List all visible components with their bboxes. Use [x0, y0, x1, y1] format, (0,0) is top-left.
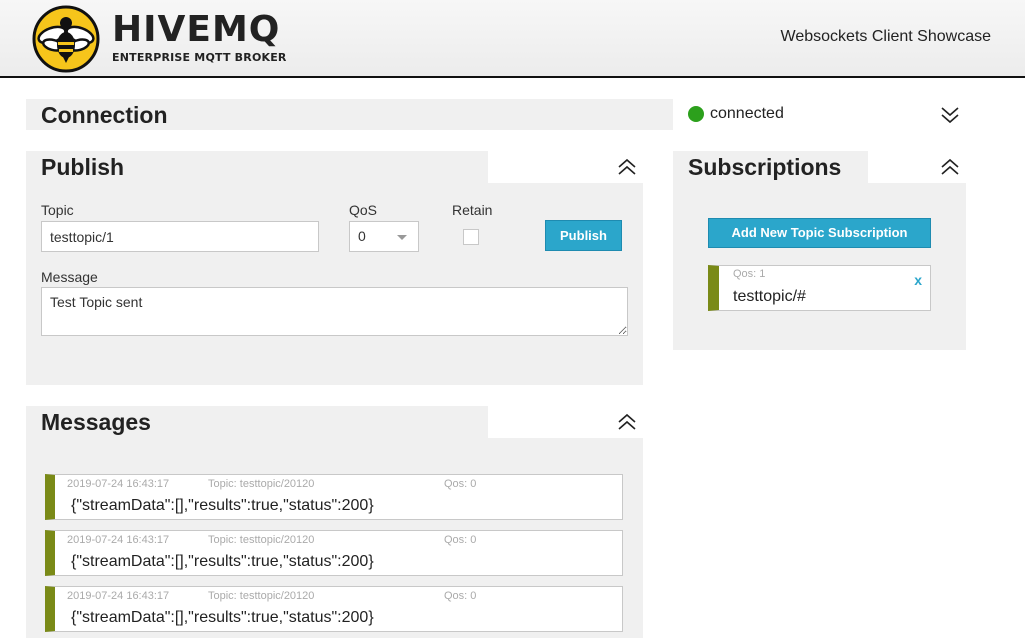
- subscriptions-title: Subscriptions: [688, 154, 842, 180]
- remove-subscription-button[interactable]: x: [914, 272, 922, 288]
- top-bar: HIVEMQ ENTERPRISE MQTT BROKER Websockets…: [0, 0, 1025, 78]
- message-textarea[interactable]: Test Topic sent: [41, 287, 628, 336]
- publish-button[interactable]: Publish: [545, 220, 622, 251]
- app-title: Websockets Client Showcase: [780, 28, 991, 45]
- brand-name: HIVEMQ: [112, 9, 281, 50]
- brand: HIVEMQ ENTERPRISE MQTT BROKER: [112, 9, 287, 65]
- subscription-topic: testtopic/#: [733, 288, 806, 305]
- publish-panel-body: [26, 183, 643, 385]
- message-qos: Qos: 0: [444, 590, 477, 602]
- message-item: 2019-07-24 16:43:17 Topic: testtopic/201…: [45, 530, 623, 576]
- message-date: 2019-07-24 16:43:17: [67, 534, 170, 546]
- message-label: Message: [41, 269, 98, 285]
- brand-tagline: ENTERPRISE MQTT BROKER: [112, 51, 287, 64]
- connection-panel-header[interactable]: Connection: [26, 99, 673, 130]
- message-item: 2019-07-24 16:43:17 Topic: testtopic/201…: [45, 586, 623, 632]
- connection-status-dot-icon: [688, 106, 704, 122]
- subscriptions-panel-header[interactable]: Subscriptions: [673, 151, 868, 183]
- retain-checkbox[interactable]: [463, 229, 479, 245]
- chevron-double-up-icon[interactable]: [617, 412, 637, 432]
- topic-input[interactable]: [41, 221, 319, 252]
- chevron-double-up-icon[interactable]: [940, 157, 960, 177]
- message-item: 2019-07-24 16:43:17 Topic: testtopic/201…: [45, 474, 623, 520]
- message-topic: Topic: testtopic/20120: [208, 534, 315, 546]
- subscription-item: Qos: 1 testtopic/# x: [708, 265, 931, 311]
- topic-label: Topic: [41, 202, 74, 218]
- qos-label: QoS: [349, 202, 378, 218]
- message-topic: Topic: testtopic/20120: [208, 590, 315, 602]
- message-payload: {"streamData":[],"results":true,"status"…: [71, 497, 374, 514]
- chevron-double-down-icon[interactable]: [940, 105, 960, 125]
- qos-select[interactable]: 0: [349, 221, 419, 252]
- publish-panel-header[interactable]: Publish: [26, 151, 488, 183]
- hivemq-bee-logo-icon: [32, 5, 100, 73]
- connection-status: connected: [710, 105, 784, 122]
- chevron-double-up-icon[interactable]: [617, 157, 637, 177]
- message-qos: Qos: 0: [444, 534, 477, 546]
- qos-select-value: 0: [358, 228, 366, 244]
- message-payload: {"streamData":[],"results":true,"status"…: [71, 553, 374, 570]
- chevron-down-icon: [397, 235, 407, 240]
- retain-label: Retain: [452, 202, 493, 218]
- message-payload: {"streamData":[],"results":true,"status"…: [71, 609, 374, 626]
- messages-title: Messages: [41, 409, 151, 435]
- message-qos: Qos: 0: [444, 478, 477, 490]
- publish-title: Publish: [41, 154, 125, 180]
- add-topic-subscription-button[interactable]: Add New Topic Subscription: [708, 218, 931, 248]
- message-date: 2019-07-24 16:43:17: [67, 590, 170, 602]
- connection-title: Connection: [41, 102, 168, 128]
- message-topic: Topic: testtopic/20120: [208, 478, 315, 490]
- message-date: 2019-07-24 16:43:17: [67, 478, 170, 490]
- messages-panel-header[interactable]: Messages: [26, 406, 488, 438]
- subscription-qos: Qos: 1: [733, 268, 766, 280]
